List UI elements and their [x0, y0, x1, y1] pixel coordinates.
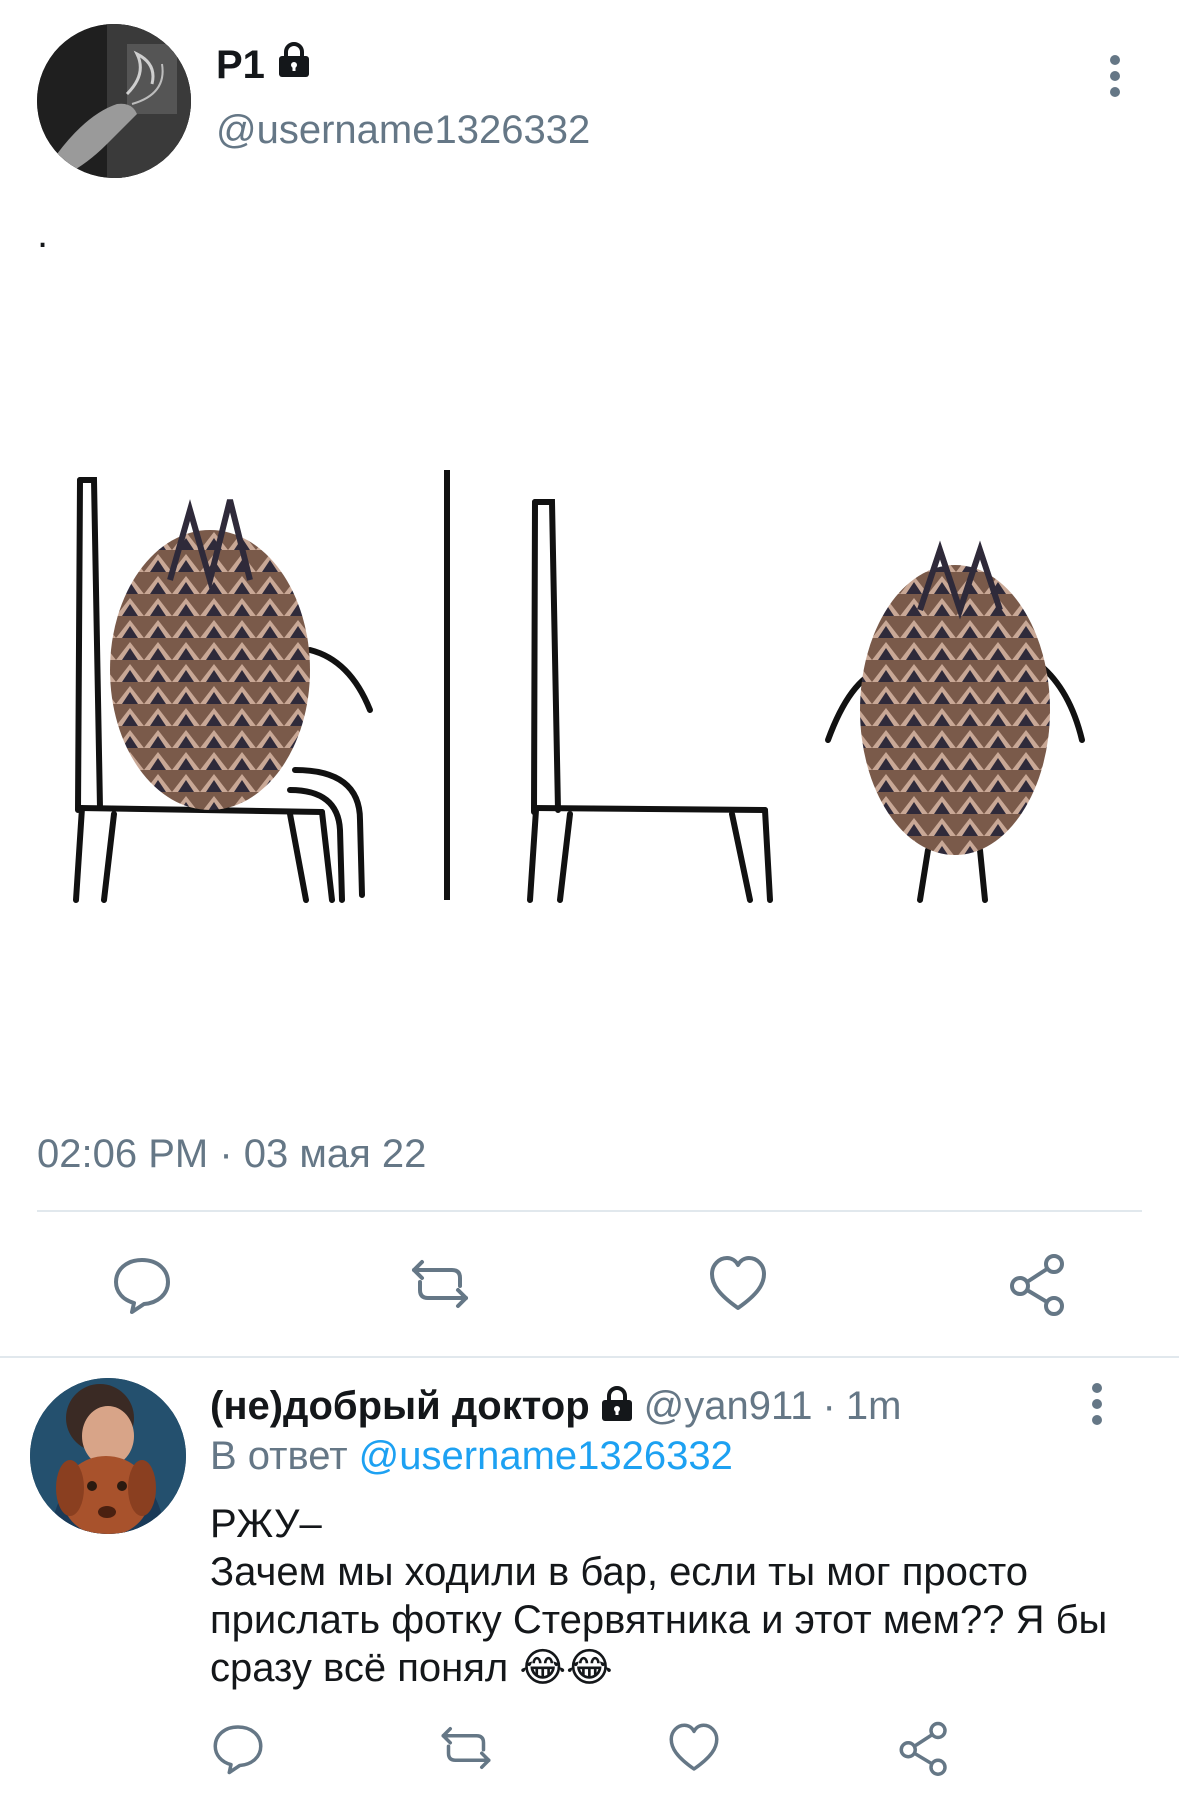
reply-text-line: РЖУ–: [210, 1502, 322, 1546]
tweet-media-image[interactable]: [60, 440, 1120, 920]
share-icon[interactable]: [896, 1720, 952, 1776]
divider: [37, 1210, 1142, 1212]
lock-icon: [277, 42, 311, 88]
reply-icon[interactable]: [210, 1720, 266, 1776]
reply-author-avatar[interactable]: [30, 1378, 186, 1534]
meta-separator: ·: [822, 1384, 836, 1428]
reply-header: (не)добрый доктор @yan911 · 1m: [210, 1384, 901, 1429]
more-options-icon[interactable]: [1082, 1380, 1112, 1430]
retweet-icon[interactable]: [438, 1720, 494, 1776]
tweet-text: .: [37, 212, 49, 256]
retweet-icon[interactable]: [408, 1252, 472, 1316]
more-options-icon[interactable]: [1100, 52, 1130, 102]
reply-time[interactable]: 1m: [846, 1384, 902, 1429]
lock-icon: [600, 1386, 634, 1427]
reply-mention-link[interactable]: @username1326332: [359, 1434, 733, 1478]
heart-icon[interactable]: [666, 1720, 722, 1776]
author-avatar[interactable]: [37, 24, 191, 178]
author-handle[interactable]: @username1326332: [216, 108, 590, 153]
reply-text-line: Зачем мы ходили в бар, если ты мог прост…: [210, 1550, 1108, 1690]
reply-handle[interactable]: @yan911: [644, 1384, 813, 1429]
reply-icon[interactable]: [110, 1252, 174, 1316]
tweet-timestamp[interactable]: 02:06 PM · 03 мая 22: [37, 1132, 426, 1177]
reply-display-name[interactable]: (не)добрый доктор: [210, 1384, 590, 1429]
reply-context: В ответ @username1326332: [210, 1434, 733, 1479]
heart-icon[interactable]: [706, 1252, 770, 1316]
section-separator: [0, 1356, 1179, 1358]
author-name-row[interactable]: Р1: [216, 42, 311, 88]
share-icon[interactable]: [1006, 1252, 1070, 1316]
author-display-name[interactable]: Р1: [216, 43, 265, 88]
reply-text: РЖУ– Зачем мы ходили в бар, если ты мог …: [210, 1500, 1130, 1692]
reply-prefix: В ответ: [210, 1434, 348, 1478]
